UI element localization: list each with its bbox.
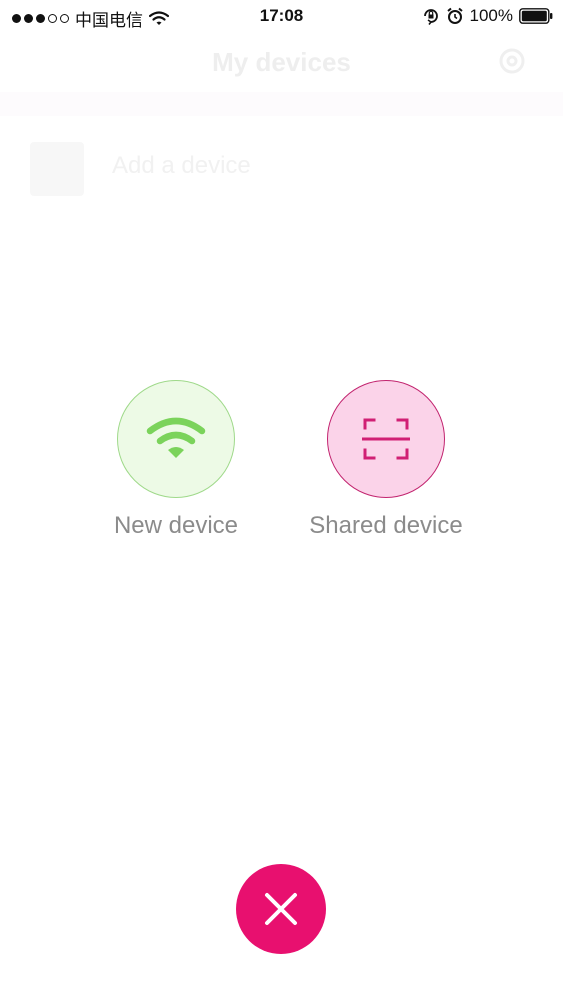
status-right: 100% [422, 6, 553, 26]
alarm-icon [446, 7, 463, 24]
new-device-option[interactable]: New device [56, 380, 296, 540]
battery-icon [519, 8, 553, 24]
scan-icon [362, 418, 410, 460]
shared-device-button[interactable] [327, 380, 445, 498]
add-device-overlay: New device Shared device [0, 0, 563, 1000]
new-device-label[interactable]: New device [56, 512, 296, 540]
close-button[interactable] [236, 864, 326, 954]
close-icon [265, 893, 297, 925]
status-bar: 中国电信 17:08 100% [0, 0, 563, 34]
shared-device-option[interactable]: Shared device [266, 380, 506, 540]
orientation-lock-icon [423, 9, 438, 25]
wifi-icon [146, 417, 206, 458]
battery-percentage: 100% [469, 6, 513, 25]
shared-device-label[interactable]: Shared device [266, 512, 506, 540]
new-device-button[interactable] [117, 380, 235, 498]
